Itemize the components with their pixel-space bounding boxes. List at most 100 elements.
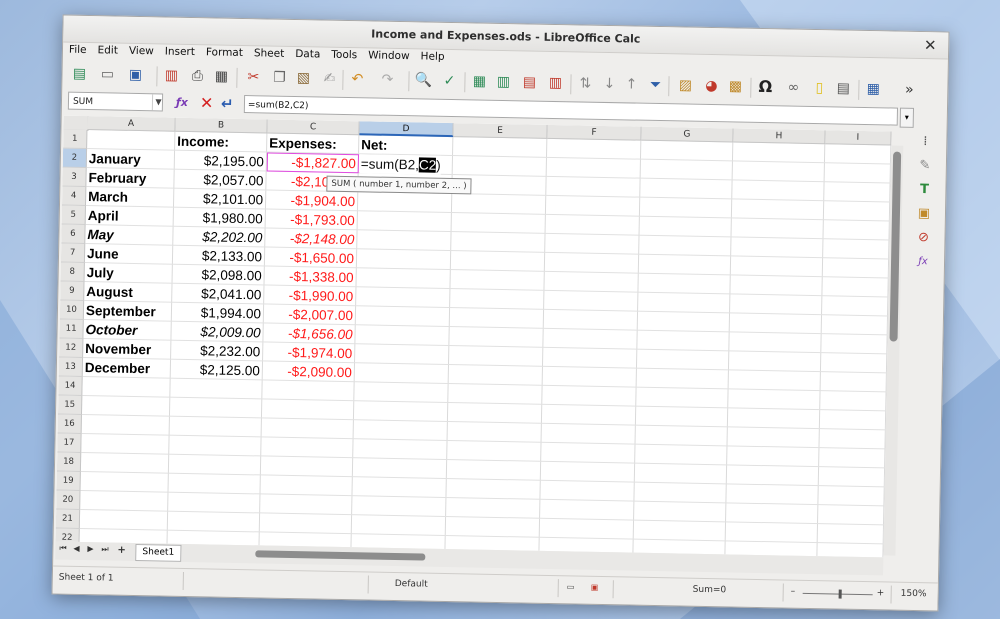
expense-cell[interactable]: -$1,904.00 <box>268 191 355 212</box>
income-cell[interactable]: $1,994.00 <box>174 303 261 324</box>
income-cell[interactable]: $2,041.00 <box>174 284 261 305</box>
row-header-4[interactable]: 4 <box>61 186 87 207</box>
pivot-icon[interactable]: ▩ <box>726 77 744 95</box>
undo-icon[interactable]: ↶ <box>348 70 366 88</box>
horizontal-scroll-thumb[interactable] <box>255 550 426 561</box>
selection-sum[interactable]: Sum=0 <box>693 585 727 596</box>
income-cell[interactable]: $1,980.00 <box>176 208 263 229</box>
delete-row-icon[interactable]: ▤ <box>520 73 538 91</box>
save-icon[interactable]: ▣ <box>126 66 144 84</box>
prev-sheet-icon[interactable]: ◀ <box>73 544 79 553</box>
delete-column-icon[interactable]: ▥ <box>546 74 564 92</box>
month-cell[interactable]: May <box>87 225 170 246</box>
row-icon[interactable]: ▦ <box>470 72 488 90</box>
row-header-7[interactable]: 7 <box>60 243 86 264</box>
properties-icon[interactable]: ✎ <box>917 158 933 174</box>
cancel-icon[interactable]: ✕ <box>200 93 214 112</box>
name-box[interactable]: SUM <box>67 91 164 112</box>
month-cell[interactable]: October <box>85 320 168 341</box>
autofilter-icon[interactable]: ⏷ <box>646 76 664 94</box>
income-cell[interactable]: $2,101.00 <box>176 189 263 210</box>
print-icon[interactable]: ⎙ <box>188 67 206 85</box>
month-cell[interactable]: February <box>88 168 171 189</box>
row-header-3[interactable]: 3 <box>62 167 87 188</box>
menu-item-help[interactable]: Help <box>415 48 450 63</box>
functions-icon[interactable]: ƒx <box>915 254 931 270</box>
row-header-1[interactable]: 1 <box>63 129 88 150</box>
hyperlink-icon[interactable]: ∞ <box>784 78 802 96</box>
spreadsheet-grid[interactable]: A B C D E F G H I 1 2 3 4 5 6 7 8 9 10 11 12 13 14 15 16 17 18 19 20… <box>55 115 892 558</box>
expense-cell[interactable]: -$1,338.00 <box>266 267 354 288</box>
expense-cell[interactable]: -$1,650.00 <box>267 248 354 269</box>
more-icon[interactable]: » <box>900 81 918 99</box>
expense-cell[interactable]: -$1,990.00 <box>266 286 354 307</box>
month-cell[interactable]: January <box>89 149 172 170</box>
income-cell[interactable]: $2,195.00 <box>177 151 264 172</box>
insert-mode-icon[interactable]: ▭ <box>567 582 575 591</box>
sort-icon[interactable]: ⇅ <box>576 74 594 92</box>
month-cell[interactable]: June <box>87 244 170 265</box>
column-header-i[interactable]: I <box>825 130 892 146</box>
export-pdf-icon[interactable]: ▥ <box>162 66 180 84</box>
income-cell[interactable]: $2,202.00 <box>175 227 262 248</box>
find-icon[interactable]: 🔍 <box>414 71 433 89</box>
row-header-20[interactable]: 20 <box>56 490 81 510</box>
sort-asc-icon[interactable]: ↓ <box>600 75 618 93</box>
column-header-a[interactable]: A <box>87 116 176 132</box>
expense-cell[interactable]: -$2,148.00 <box>267 229 355 250</box>
income-cell[interactable]: $2,232.00 <box>173 341 260 362</box>
row-header-17[interactable]: 17 <box>57 433 82 453</box>
income-cell[interactable]: $2,057.00 <box>176 170 263 191</box>
sort-desc-icon[interactable]: ↑ <box>622 75 640 93</box>
menu-item-edit[interactable]: Edit <box>91 42 123 57</box>
comment-icon[interactable]: ▯ <box>810 79 828 97</box>
month-cell[interactable]: April <box>88 206 171 227</box>
expand-formula-icon[interactable]: ▾ <box>899 107 915 128</box>
month-cell[interactable]: July <box>87 263 170 284</box>
accept-icon[interactable]: ↵ <box>221 95 234 113</box>
open-icon[interactable]: ▭ <box>98 65 116 83</box>
zoom-slider-knob[interactable] <box>838 589 842 599</box>
row-header-19[interactable]: 19 <box>56 471 81 491</box>
header-net[interactable]: Net: <box>361 135 450 156</box>
menu-item-insert[interactable]: Insert <box>159 43 200 59</box>
income-cell[interactable]: $2,125.00 <box>173 360 260 381</box>
header-expenses[interactable]: Expenses: <box>269 134 356 155</box>
zoom-out-button[interactable]: – <box>791 587 796 597</box>
new-icon[interactable]: ▤ <box>70 65 88 83</box>
page-style[interactable]: Default <box>395 579 428 590</box>
first-sheet-icon[interactable]: ⏮ <box>59 544 66 554</box>
last-sheet-icon[interactable]: ⏭ <box>101 544 108 554</box>
gallery-icon[interactable]: ▣ <box>916 206 932 222</box>
special-char-icon[interactable]: Ω <box>756 77 774 96</box>
zoom-level[interactable]: 150% <box>901 589 927 599</box>
column-header-h[interactable]: H <box>733 128 826 145</box>
row-header-18[interactable]: 18 <box>56 452 82 472</box>
row-header-21[interactable]: 21 <box>55 509 81 529</box>
income-cell[interactable]: $2,133.00 <box>175 246 262 267</box>
zoom-in-button[interactable]: + <box>877 588 885 598</box>
header-footer-icon[interactable]: ▤ <box>834 79 852 97</box>
active-cell-editor[interactable]: =sum(B2,C2) <box>359 154 441 175</box>
close-icon[interactable]: ✕ <box>920 32 940 58</box>
cut-icon[interactable]: ✂ <box>244 68 262 86</box>
sidebar-menu-icon[interactable]: ⁞ <box>917 134 933 150</box>
paste-icon[interactable]: ▧ <box>294 69 312 87</box>
menu-item-view[interactable]: View <box>123 43 159 58</box>
menu-item-sheet[interactable]: Sheet <box>248 45 290 60</box>
expense-cell[interactable]: -$1,793.00 <box>268 210 355 231</box>
income-cell[interactable]: $2,009.00 <box>173 322 260 343</box>
row-header-16[interactable]: 16 <box>57 414 82 434</box>
function-wizard-icon[interactable]: ƒx <box>176 96 188 109</box>
month-cell[interactable]: August <box>86 282 169 303</box>
row-header-5[interactable]: 5 <box>61 205 86 226</box>
spelling-icon[interactable]: ✓ <box>440 72 458 90</box>
navigator-icon[interactable]: ⊘ <box>915 230 931 246</box>
month-cell[interactable]: March <box>88 187 171 208</box>
expense-cell[interactable]: -$1,656.00 <box>265 323 353 344</box>
row-header-2[interactable]: 2 <box>62 148 88 169</box>
row-header-8[interactable]: 8 <box>60 262 85 283</box>
menu-item-data[interactable]: Data <box>289 46 325 61</box>
chart-icon[interactable]: ◕ <box>702 77 720 95</box>
clone-icon[interactable]: ✍ <box>320 70 338 88</box>
